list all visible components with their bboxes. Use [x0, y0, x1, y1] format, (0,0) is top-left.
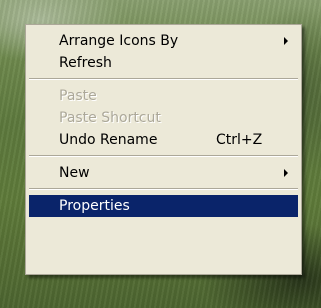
menu-item-label: New: [59, 165, 90, 181]
menu-item-paste-shortcut: Paste Shortcut: [29, 107, 298, 129]
submenu-arrow-icon: [284, 169, 288, 177]
shortcut-label: Ctrl+Z: [216, 132, 263, 148]
menu-item-new[interactable]: New: [29, 162, 298, 184]
submenu-arrow-icon: [284, 37, 288, 45]
menu-item-label: Paste Shortcut: [59, 110, 161, 126]
desktop-context-menu: Arrange Icons By Refresh Paste Paste Sho…: [25, 24, 302, 275]
menu-item-label: Undo Rename: [59, 132, 158, 148]
menu-item-properties[interactable]: Properties: [29, 195, 298, 217]
menu-item-arrange-icons-by[interactable]: Arrange Icons By: [29, 30, 298, 52]
menu-item-undo-rename[interactable]: Undo Rename Ctrl+Z: [29, 129, 298, 151]
menu-item-refresh[interactable]: Refresh: [29, 52, 298, 74]
menu-item-label: Refresh: [59, 55, 112, 71]
menu-item-paste: Paste: [29, 85, 298, 107]
menu-separator: [29, 188, 298, 190]
menu-item-label: Arrange Icons By: [59, 33, 179, 49]
menu-separator: [29, 155, 298, 157]
menu-item-label: Properties: [59, 198, 130, 214]
menu-separator: [29, 78, 298, 80]
menu-item-label: Paste: [59, 88, 97, 104]
